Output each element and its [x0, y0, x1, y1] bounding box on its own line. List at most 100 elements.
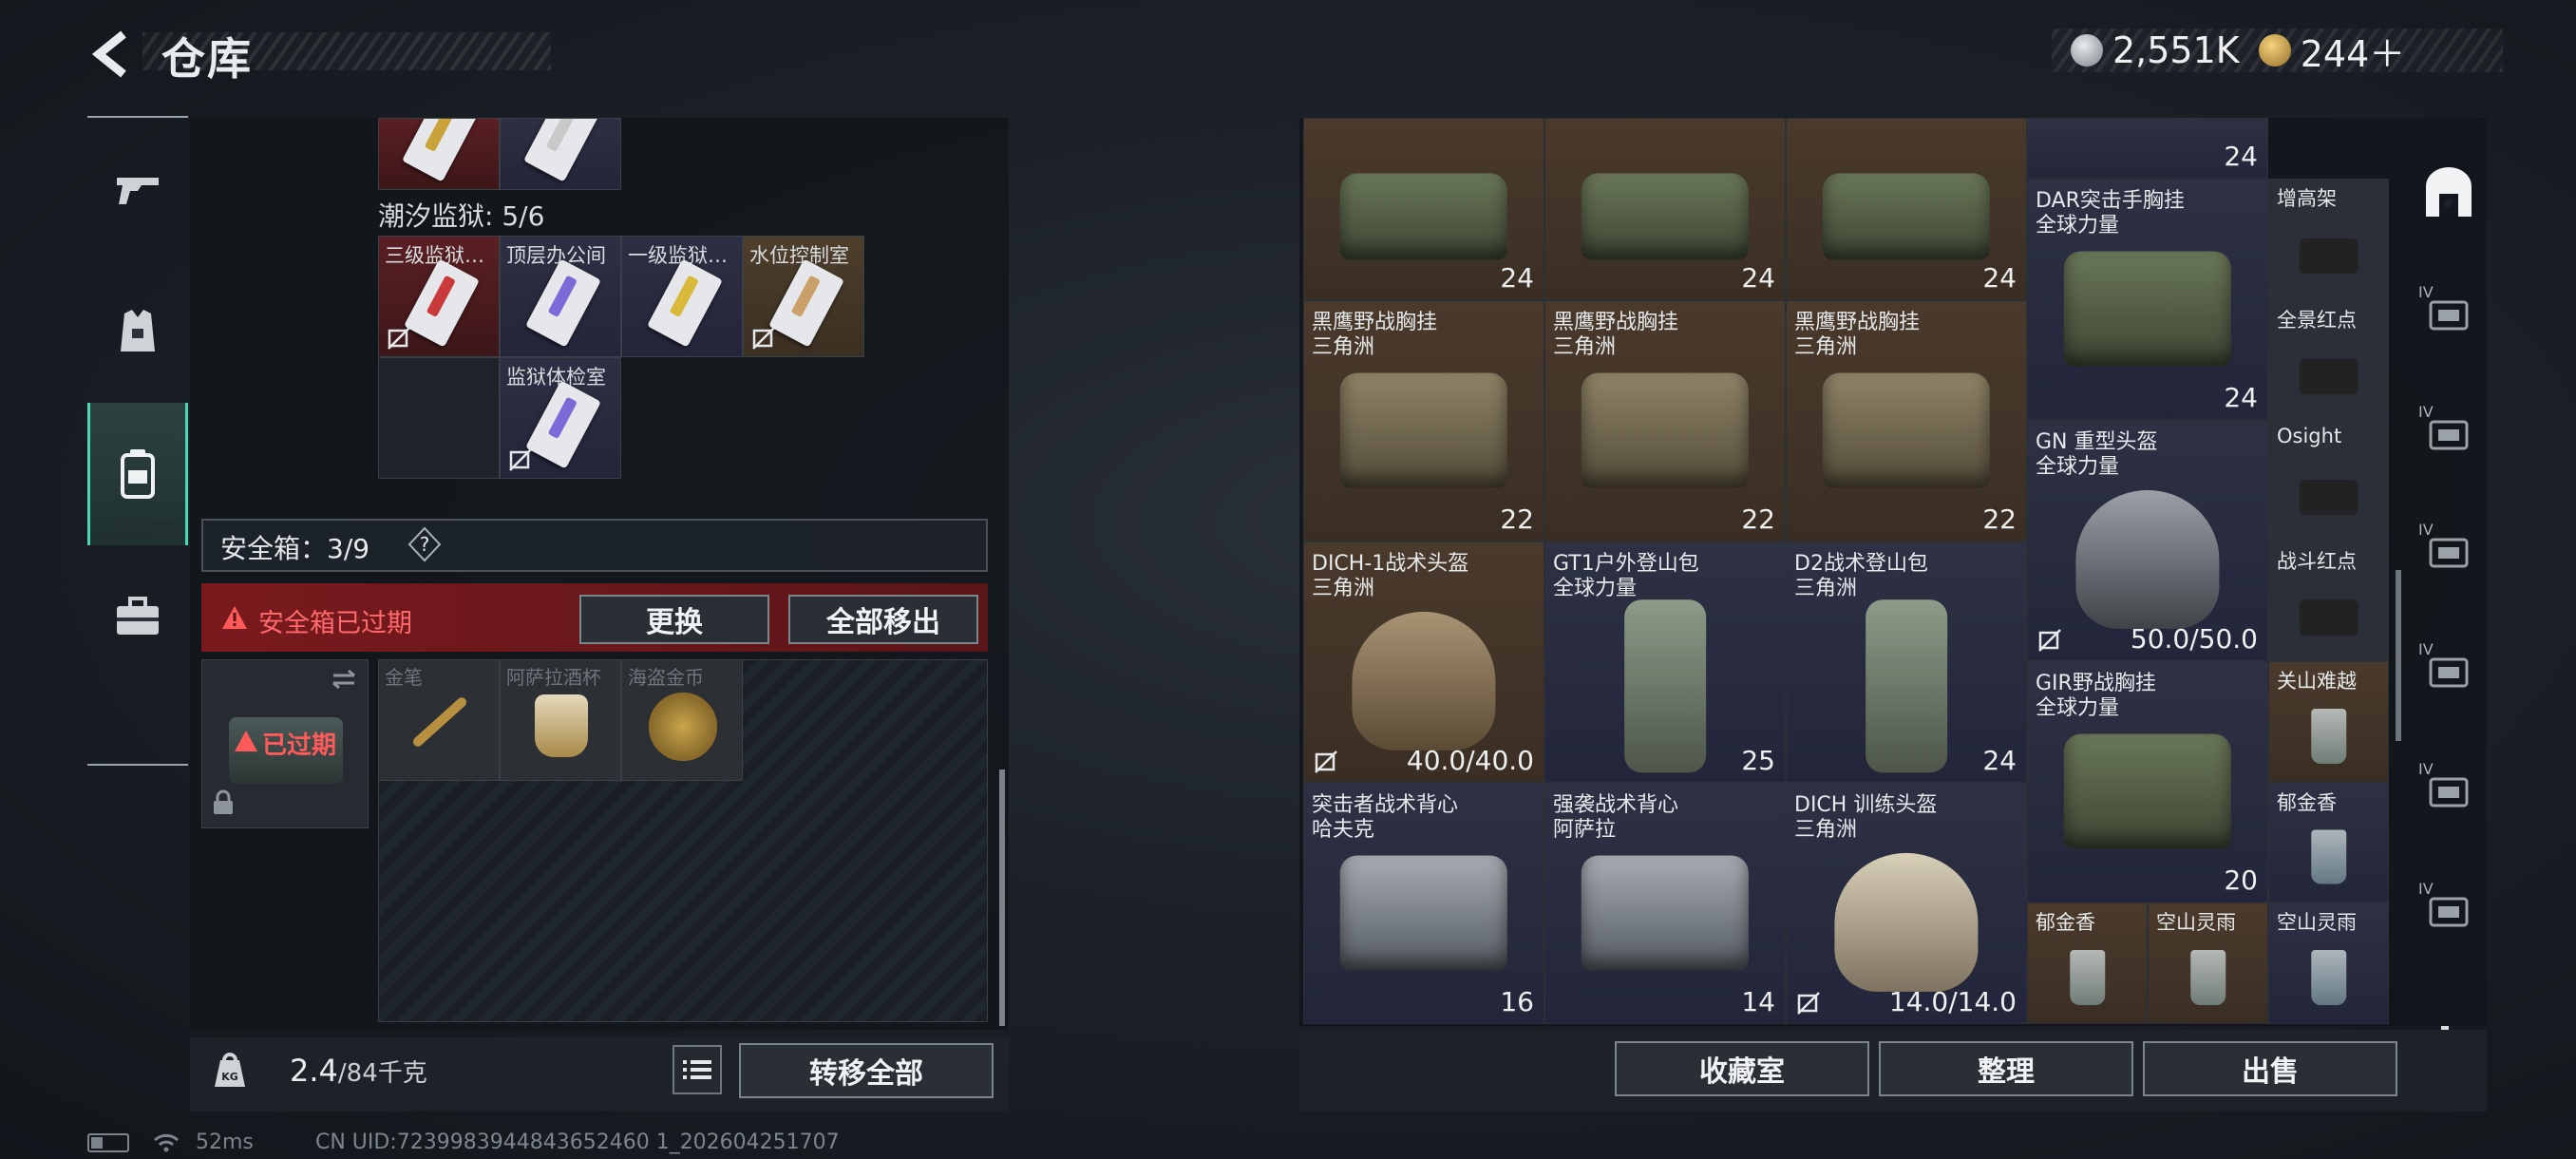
- warehouse-item[interactable]: GIR野战胸挂 全球力量 20: [2027, 661, 2268, 902]
- list-view-button[interactable]: [672, 1045, 722, 1094]
- warehouse-item[interactable]: GN 重型头盔 全球力量 50.0/50.0: [2027, 420, 2268, 661]
- warehouse-item[interactable]: 突击者战术背心 哈夫克 16: [1303, 783, 1544, 1024]
- category-tab[interactable]: IV: [2415, 876, 2483, 944]
- warehouse-item[interactable]: 24: [2027, 118, 2268, 179]
- help-mark: ?: [420, 533, 430, 556]
- help-icon[interactable]: ?: [407, 526, 443, 562]
- prison-key-card[interactable]: 顶层办公间: [500, 236, 621, 357]
- warehouse-item[interactable]: 增高架: [2268, 179, 2389, 300]
- warehouse-item[interactable]: 黑鹰野战胸挂 三角洲 22: [1544, 300, 1786, 542]
- key-card-slot[interactable]: [378, 118, 500, 190]
- drink-image: [2189, 950, 2226, 1006]
- expired-warning-icon: [234, 730, 258, 756]
- item-quantity: 24: [2224, 382, 2258, 413]
- key-card-slot[interactable]: [500, 118, 621, 190]
- warehouse-item[interactable]: DICH 训练头盔 三角洲 14.0/14.0: [1786, 783, 2027, 1024]
- category-tab[interactable]: IV: [2415, 756, 2483, 825]
- category-tab[interactable]: IV: [2415, 279, 2483, 348]
- box-item-asala-cup[interactable]: 阿萨拉酒杯: [500, 659, 621, 781]
- key-card-icon: [525, 258, 601, 348]
- scope-image: [2299, 479, 2358, 516]
- item-name: 空山灵雨: [2156, 911, 2236, 934]
- category-tab[interactable]: IV: [2415, 636, 2483, 705]
- no-transfer-icon: [2038, 629, 2061, 652]
- no-transfer-icon: [752, 327, 775, 350]
- item-faction: 三角洲: [1312, 335, 1375, 359]
- item-quantity: 14: [1741, 986, 1775, 1017]
- item-name: 郁金香: [2036, 911, 2095, 934]
- vest-image: [2063, 251, 2232, 367]
- warehouse-item[interactable]: 24: [1786, 118, 2027, 300]
- warehouse-item[interactable]: DICH-1战术头盔 三角洲 40.0/40.0: [1303, 542, 1544, 783]
- tab-all[interactable]: [2415, 158, 2483, 226]
- warehouse-item[interactable]: 郁金香: [2027, 902, 2148, 1024]
- sort-button[interactable]: 整理: [1879, 1041, 2133, 1096]
- vest-image: [1339, 173, 1508, 260]
- nav-backpack[interactable]: [87, 403, 188, 545]
- move-all-out-button[interactable]: 全部移出: [788, 595, 978, 644]
- backpack-image: [1866, 599, 1947, 772]
- right-scrollbar[interactable]: [2396, 570, 2401, 741]
- warehouse-item[interactable]: 强袭战术背心 阿萨拉 14: [1544, 783, 1786, 1024]
- key-card-icon: [768, 258, 844, 348]
- warehouse-item[interactable]: 黑鹰野战胸挂 三角洲 22: [1786, 300, 2027, 542]
- prison-key-card[interactable]: 监狱体检室: [500, 357, 621, 479]
- weight-icon: KG: [211, 1047, 249, 1092]
- gold-coin-icon: [2258, 34, 2291, 66]
- no-transfer-icon: [1315, 750, 1337, 773]
- box-item-pirate-coin[interactable]: 海盗金币: [621, 659, 743, 781]
- wifi-icon: [153, 1130, 186, 1154]
- warehouse-item[interactable]: Osight: [2268, 420, 2389, 542]
- helmet-image: [2075, 490, 2220, 630]
- vest-image: [1339, 855, 1508, 971]
- warehouse-item[interactable]: 24: [1303, 118, 1544, 300]
- ping-text: 52ms: [196, 1130, 254, 1154]
- warehouse-item[interactable]: DAR突击手胸挂 全球力量 24: [2027, 179, 2268, 420]
- tab-level-label: IV: [2418, 640, 2434, 658]
- vest-icon: [121, 310, 155, 352]
- prison-key-card[interactable]: 三级监狱…: [378, 236, 500, 357]
- swap-icon: [330, 668, 358, 694]
- prison-key-card[interactable]: 一级监狱…: [621, 236, 743, 357]
- warehouse-item[interactable]: 郁金香: [2268, 783, 2389, 902]
- warehouse-item[interactable]: D2战术登山包 三角洲 24: [1786, 542, 2027, 783]
- transfer-all-button[interactable]: 转移全部: [739, 1043, 994, 1098]
- svg-text:KG: KG: [221, 1071, 238, 1083]
- warehouse-item[interactable]: 24: [1544, 118, 1786, 300]
- warehouse-item[interactable]: 全景红点: [2268, 300, 2389, 420]
- sell-button[interactable]: 出售: [2143, 1041, 2397, 1096]
- warehouse-item[interactable]: 黑鹰野战胸挂 三角洲 22: [1303, 300, 1544, 542]
- list-icon: [683, 1060, 711, 1079]
- empty-key-slot[interactable]: [378, 357, 500, 479]
- safe-box-capacity: 安全箱：3/9: [220, 533, 370, 564]
- drink-image: [2310, 950, 2347, 1006]
- no-transfer-icon: [509, 448, 532, 471]
- tab-level-label: IV: [2418, 283, 2434, 301]
- nav-weapons[interactable]: [87, 118, 188, 260]
- item-quantity: 22: [1982, 504, 2017, 535]
- replace-button[interactable]: 更换: [579, 595, 769, 644]
- nav-equipment[interactable]: [87, 260, 188, 403]
- category-tab[interactable]: IV: [2415, 517, 2483, 585]
- item-quantity: 24: [1500, 262, 1534, 294]
- warehouse-item[interactable]: 空山灵雨: [2148, 902, 2268, 1024]
- box-item-gold-pen[interactable]: 金笔: [378, 659, 500, 781]
- prison-key-card[interactable]: 水位控制室: [743, 236, 864, 357]
- collection-room-button[interactable]: 收藏室: [1615, 1041, 1869, 1096]
- warehouse-item[interactable]: 关山难越: [2268, 661, 2389, 783]
- item-faction: 三角洲: [1312, 577, 1375, 600]
- warehouse-item[interactable]: GT1户外登山包 全球力量 25: [1544, 542, 1786, 783]
- back-button[interactable]: [84, 27, 141, 82]
- nav-toolbox[interactable]: [87, 545, 188, 688]
- category-tab[interactable]: IV: [2415, 399, 2483, 467]
- left-scrollbar[interactable]: [999, 770, 1005, 1026]
- warehouse-item[interactable]: 空山灵雨: [2268, 902, 2389, 1024]
- backpack-icon: [121, 449, 155, 499]
- item-faction: 三角洲: [1794, 335, 1858, 359]
- item-faction: 阿萨拉: [1553, 818, 1617, 842]
- page-title: 仓库: [161, 33, 253, 85]
- item-quantity: 25: [1741, 745, 1775, 776]
- item-name: 增高架: [2277, 187, 2337, 210]
- warehouse-item[interactable]: 战斗红点: [2268, 542, 2389, 661]
- gold-amount[interactable]: 244＋: [2301, 25, 2406, 77]
